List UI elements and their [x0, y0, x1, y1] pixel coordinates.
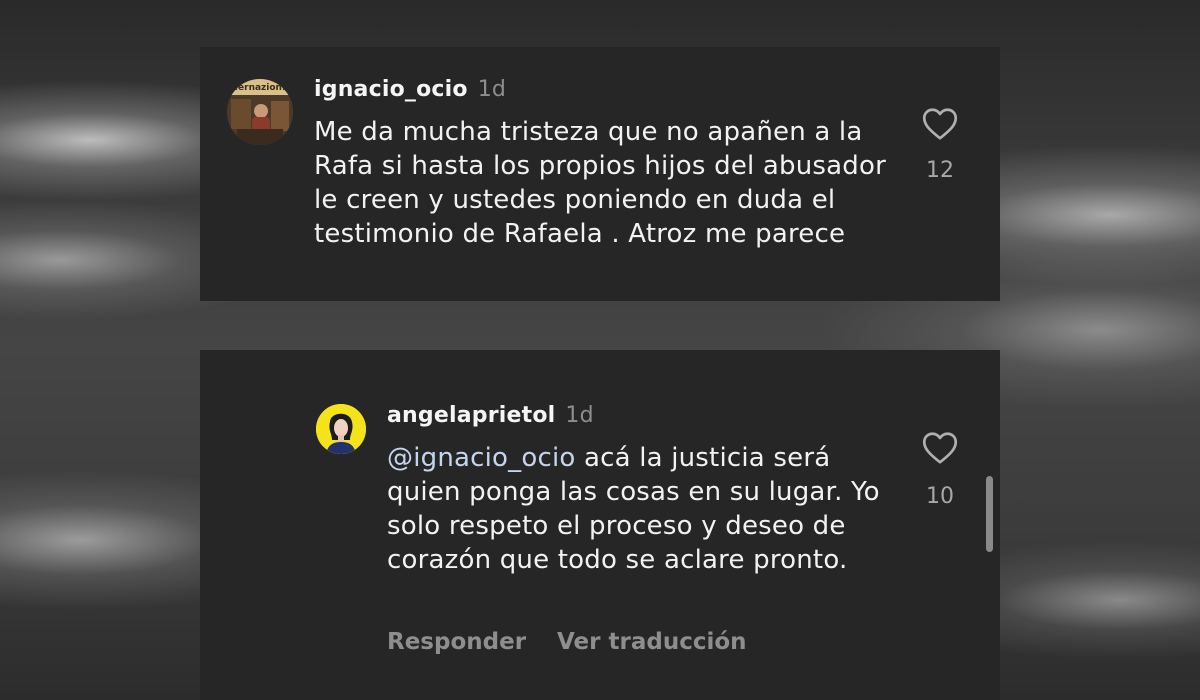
avatar[interactable]: ...ernazion...	[227, 79, 293, 145]
comment-text: Me da mucha tristeza que no apañen a la …	[314, 117, 887, 249]
comment-username[interactable]: ignacio_ocio 1d	[314, 77, 506, 102]
reply-text: @ignacio_ocio acá la justicia será quien…	[387, 441, 907, 577]
scrollbar[interactable]	[986, 476, 993, 552]
reply-button[interactable]: Responder	[387, 629, 526, 655]
username-text[interactable]: ignacio_ocio	[314, 77, 468, 102]
avatar[interactable]	[316, 404, 366, 454]
heart-outline-icon[interactable]	[922, 431, 958, 465]
reply-username[interactable]: angelaprietol 1d	[387, 403, 594, 428]
reply-card: angelaprietol 1d @ignacio_ocio acá la jus…	[200, 350, 1000, 700]
comment-time: 1d	[477, 77, 507, 102]
mention-link[interactable]: @ignacio_ocio	[387, 443, 576, 473]
reply-time: 1d	[565, 403, 594, 428]
like-count: 12	[926, 158, 954, 183]
comment-card: ...ernazion... ignacio_ocio 1d Me da much…	[200, 47, 1000, 301]
heart-outline-icon[interactable]	[922, 107, 958, 141]
like-count: 10	[926, 484, 954, 509]
svg-text:...ernazion...: ...ernazion...	[228, 83, 292, 93]
username-text[interactable]: angelaprietol	[387, 403, 555, 428]
see-translation-button[interactable]: Ver traducción	[557, 629, 747, 655]
